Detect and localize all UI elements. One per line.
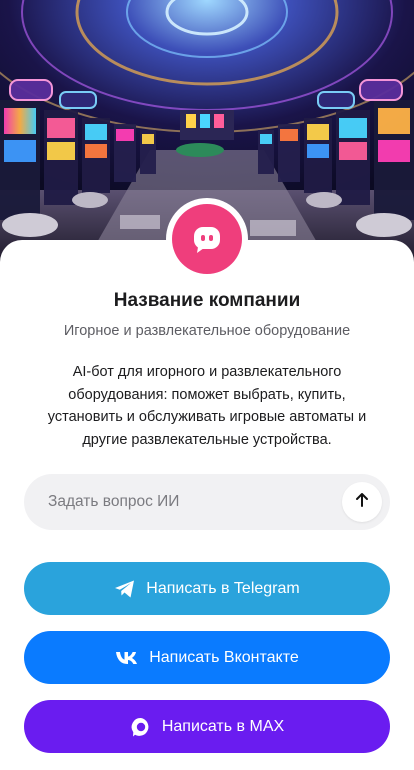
max-button-label: Написать в MAX <box>161 717 285 735</box>
chat-bot-icon <box>172 204 242 274</box>
telegram-button[interactable]: Написать в Telegram <box>24 562 390 615</box>
max-button[interactable]: Написать в MAX <box>24 700 390 753</box>
vk-button[interactable]: Написать Вконтакте <box>24 631 390 684</box>
ask-ai-input[interactable] <box>48 493 318 511</box>
vk-icon <box>115 651 139 665</box>
vk-button-label: Написать Вконтакте <box>149 648 299 666</box>
send-button[interactable] <box>342 482 382 522</box>
max-icon <box>130 716 152 738</box>
company-subtitle: Игорное и развлекательное оборудование <box>63 323 351 339</box>
avatar <box>166 198 248 280</box>
ask-ai-field[interactable] <box>24 474 390 530</box>
company-description: AI-бот для игорного и развлекательного о… <box>47 364 367 448</box>
telegram-button-label: Написать в Telegram <box>146 579 300 597</box>
arrow-up-icon <box>353 491 371 514</box>
telegram-icon <box>114 579 136 599</box>
company-name: Название компании <box>113 290 301 311</box>
